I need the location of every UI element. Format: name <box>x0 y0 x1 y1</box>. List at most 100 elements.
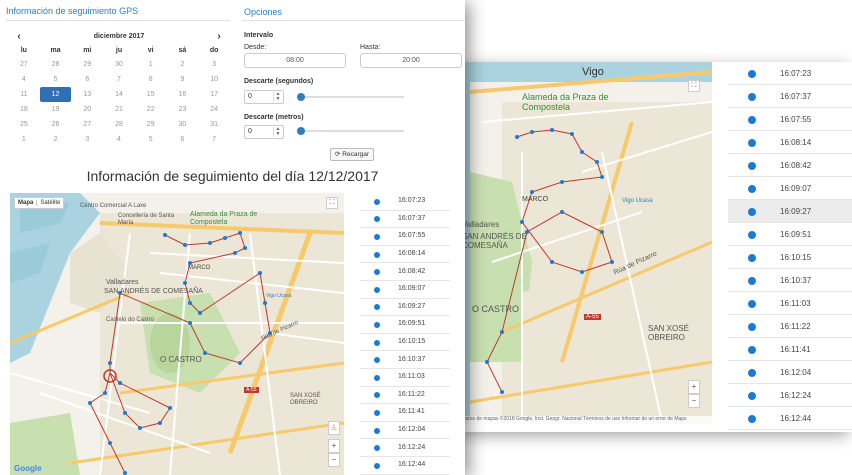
background-map[interactable]: Vigo Alameda da Praza de Compostela MARC… <box>462 62 712 424</box>
calendar-day[interactable]: 19 <box>40 102 72 117</box>
map-type-satellite-button[interactable]: Satélite <box>36 200 64 206</box>
time-row[interactable]: 16:11:41 <box>728 338 852 361</box>
calendar-day[interactable]: 11 <box>8 87 40 102</box>
time-row[interactable]: 16:11:03 <box>728 292 852 315</box>
discard-seconds-slider-track[interactable] <box>300 96 404 98</box>
calendar-day[interactable]: 23 <box>167 102 199 117</box>
calendar-day[interactable]: 6 <box>167 132 199 147</box>
time-row[interactable]: 16:11:41 <box>360 404 450 422</box>
calendar-day[interactable]: 30 <box>167 117 199 132</box>
time-row[interactable]: 16:12:24 <box>728 384 852 407</box>
calendar-day[interactable]: 1 <box>8 132 40 147</box>
time-row[interactable]: 16:08:14 <box>728 131 852 154</box>
time-row[interactable]: 16:10:15 <box>360 334 450 352</box>
time-row[interactable]: 16:12:44 <box>360 457 450 475</box>
time-row[interactable]: 16:12:44 <box>728 407 852 430</box>
calendar-day[interactable]: 6 <box>71 72 103 87</box>
calendar-day[interactable]: 13 <box>71 87 103 102</box>
calendar-day[interactable]: 10 <box>198 72 230 87</box>
calendar-day[interactable]: 5 <box>135 132 167 147</box>
calendar-day[interactable]: 24 <box>198 102 230 117</box>
time-row[interactable]: 16:09:27 <box>360 299 450 317</box>
map-type-map-button[interactable]: Mapa <box>15 200 36 206</box>
time-row[interactable]: 16:07:23 <box>728 62 852 85</box>
calendar-day[interactable]: 18 <box>8 102 40 117</box>
calendar-day[interactable]: 16 <box>167 87 199 102</box>
time-row[interactable]: 16:07:55 <box>360 228 450 246</box>
tracking-map[interactable]: Mapa Satélite ⛶ Centro Comercial A Laxe C… <box>10 193 344 475</box>
calendar-day[interactable]: 5 <box>40 72 72 87</box>
time-row[interactable]: 16:11:03 <box>360 369 450 387</box>
calendar-day[interactable]: 30 <box>103 57 135 72</box>
time-row[interactable]: 16:07:37 <box>360 211 450 229</box>
calendar-day[interactable]: 4 <box>8 72 40 87</box>
calendar-day[interactable]: 1 <box>135 57 167 72</box>
time-row[interactable]: 16:09:51 <box>360 316 450 334</box>
calendar-prev-button[interactable]: ‹ <box>12 30 26 44</box>
calendar-day[interactable]: 27 <box>71 117 103 132</box>
calendar-day[interactable]: 15 <box>135 87 167 102</box>
fullscreen-button[interactable]: ⛶ <box>326 197 338 209</box>
time-row[interactable]: 16:11:22 <box>728 315 852 338</box>
time-row[interactable]: 16:09:07 <box>360 281 450 299</box>
time-row[interactable]: 16:11:22 <box>360 387 450 405</box>
background-zoom-in-button[interactable]: + <box>688 380 700 394</box>
calendar-day[interactable]: 4 <box>103 132 135 147</box>
calendar-day[interactable]: 8 <box>135 72 167 87</box>
discard-meters-slider-track[interactable] <box>300 130 404 132</box>
calendar-day[interactable]: 7 <box>103 72 135 87</box>
time-row[interactable]: 16:08:42 <box>728 154 852 177</box>
background-fullscreen-button[interactable]: ⛶ <box>688 80 700 92</box>
time-row[interactable]: 16:07:55 <box>728 108 852 131</box>
calendar-day[interactable]: 7 <box>198 132 230 147</box>
time-row[interactable]: 16:08:42 <box>360 263 450 281</box>
time-row[interactable]: 16:09:07 <box>728 177 852 200</box>
calendar-next-button[interactable]: › <box>212 30 226 44</box>
discard-meters-slider-handle[interactable] <box>297 127 305 135</box>
discard-seconds-slider-handle[interactable] <box>297 93 305 101</box>
calendar-day[interactable]: 29 <box>71 57 103 72</box>
time-row[interactable]: 16:10:37 <box>360 351 450 369</box>
calendar-day[interactable]: 17 <box>198 87 230 102</box>
calendar-day[interactable]: 22 <box>135 102 167 117</box>
calendar-day[interactable]: 31 <box>198 117 230 132</box>
time-row[interactable]: 16:09:27 <box>728 200 852 223</box>
stepper-arrows-icon[interactable]: ▲ ▼ <box>273 92 282 102</box>
calendar-day[interactable]: 27 <box>8 57 40 72</box>
calendar-day-selected[interactable]: 12 <box>39 87 72 102</box>
zoom-out-button[interactable]: − <box>328 453 340 467</box>
calendar-day[interactable]: 20 <box>71 102 103 117</box>
time-row[interactable]: 16:07:37 <box>728 85 852 108</box>
tracking-map-canvas[interactable] <box>10 193 344 475</box>
calendar-day[interactable]: 14 <box>103 87 135 102</box>
reload-button[interactable]: ⟳ Recargar <box>330 148 374 161</box>
map-type-toggle[interactable]: Mapa Satélite <box>14 197 65 209</box>
street-view-pegman-icon[interactable]: ♙ <box>328 421 340 435</box>
calendar-day[interactable]: 21 <box>103 102 135 117</box>
time-row[interactable]: 16:08:14 <box>360 246 450 264</box>
time-row[interactable]: 16:10:37 <box>728 269 852 292</box>
zoom-in-button[interactable]: + <box>328 439 340 453</box>
calendar-day[interactable]: 26 <box>40 117 72 132</box>
time-row[interactable]: 16:09:51 <box>728 223 852 246</box>
calendar-day[interactable]: 9 <box>167 72 199 87</box>
from-time-field[interactable]: 08:00 <box>244 53 346 68</box>
calendar-day[interactable]: 2 <box>167 57 199 72</box>
calendar-day[interactable]: 3 <box>198 57 230 72</box>
discard-seconds-stepper[interactable]: 0 ▲ ▼ <box>244 90 284 104</box>
calendar-day[interactable]: 28 <box>40 57 72 72</box>
discard-meters-stepper[interactable]: 0 ▲ ▼ <box>244 125 284 139</box>
time-row[interactable]: 16:12:04 <box>728 361 852 384</box>
time-row[interactable]: 16:12:24 <box>360 439 450 457</box>
calendar-day[interactable]: 25 <box>8 117 40 132</box>
time-row[interactable]: 16:10:15 <box>728 246 852 269</box>
calendar-day[interactable]: 2 <box>40 132 72 147</box>
time-row[interactable]: 16:12:04 <box>360 422 450 440</box>
time-row[interactable]: 16:07:23 <box>360 193 450 211</box>
calendar-day[interactable]: 29 <box>135 117 167 132</box>
background-zoom-out-button[interactable]: − <box>688 394 700 408</box>
calendar-day[interactable]: 28 <box>103 117 135 132</box>
to-time-field[interactable]: 20:00 <box>360 53 462 68</box>
stepper-arrows-icon[interactable]: ▲ ▼ <box>273 127 282 137</box>
calendar-day[interactable]: 3 <box>71 132 103 147</box>
